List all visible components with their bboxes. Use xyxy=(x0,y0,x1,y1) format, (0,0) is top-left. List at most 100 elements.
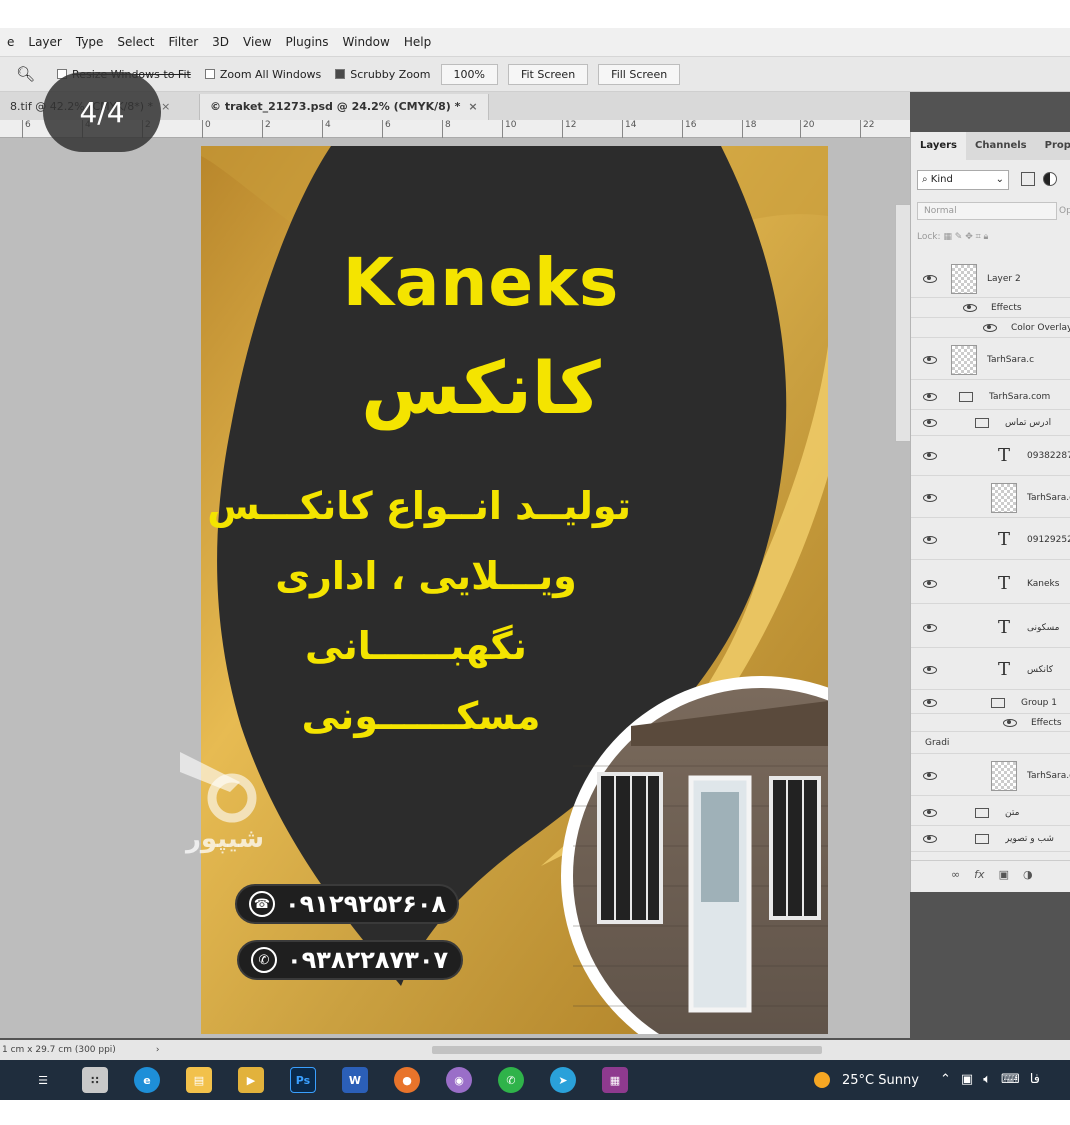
media-player-icon[interactable]: ▶ xyxy=(238,1067,264,1093)
lock-icons[interactable]: ▦ ✎ ✥ ⌗ 🔒︎ xyxy=(943,232,988,242)
blend-mode-select[interactable]: Normal xyxy=(917,202,1057,220)
tab-layers[interactable]: Layers xyxy=(911,132,966,160)
visibility-eye-icon[interactable] xyxy=(923,623,937,632)
layer-row[interactable]: T Kaneks xyxy=(911,564,1070,604)
zoom-tool-icon[interactable]: 🔍︎ xyxy=(16,65,35,83)
watermark-text: شیپور xyxy=(185,824,265,854)
horizontal-scrollbar[interactable] xyxy=(432,1046,822,1054)
menu-item-window[interactable]: Window xyxy=(336,35,397,49)
whatsapp-taskbar-icon[interactable]: ✆ xyxy=(498,1067,524,1093)
firefox-icon[interactable]: ● xyxy=(394,1067,420,1093)
visibility-eye-icon[interactable] xyxy=(923,771,937,780)
weather-widget[interactable]: 25°C Sunny xyxy=(814,1072,919,1088)
menu-item-select[interactable]: Select xyxy=(110,35,161,49)
visibility-eye-icon[interactable] xyxy=(923,451,937,460)
close-icon[interactable]: × xyxy=(468,100,477,113)
tab-document-2[interactable]: © traket_21273.psd @ 24.2% (CMYK/8) * × xyxy=(200,94,489,120)
visibility-eye-icon[interactable] xyxy=(923,579,937,588)
layer-row[interactable]: T 093822873 xyxy=(911,436,1070,476)
fit-screen-button[interactable]: Fit Screen xyxy=(507,63,589,85)
ruler-tick: 4 xyxy=(322,120,331,138)
adjustment-filter-icon[interactable] xyxy=(1043,172,1057,186)
keyboard-icon[interactable]: ⌨ xyxy=(1001,1072,1020,1087)
visibility-eye-icon[interactable] xyxy=(923,834,937,843)
layer-row[interactable]: TarhSara.c xyxy=(911,340,1070,380)
close-icon[interactable]: × xyxy=(161,100,170,113)
flyer-line-3: نگهبــــــانی xyxy=(305,624,527,668)
layer-row[interactable]: TarhSara.com xyxy=(911,384,1070,410)
layer-kind-filter[interactable]: ⌕ Kind ⌄ xyxy=(917,170,1009,190)
menu-item-plugins[interactable]: Plugins xyxy=(279,35,336,49)
visibility-eye-icon[interactable] xyxy=(923,493,937,502)
layer-row[interactable]: T کانکس xyxy=(911,650,1070,690)
layers-panel-tabs: Layers Channels Propert xyxy=(911,132,1070,160)
visibility-eye-icon[interactable] xyxy=(1003,718,1017,727)
visibility-eye-icon[interactable] xyxy=(963,303,977,312)
layers-footer: ∞ fx ▣ ◑ xyxy=(911,860,1070,888)
image-filter-icon[interactable] xyxy=(1021,172,1035,186)
zoom-all-checkbox[interactable] xyxy=(204,68,215,79)
visibility-eye-icon[interactable] xyxy=(923,355,937,364)
layer-row[interactable]: Color Overlay xyxy=(911,318,1070,338)
tab-properties[interactable]: Propert xyxy=(1036,132,1070,160)
language-indicator[interactable]: فا xyxy=(1030,1072,1040,1087)
visibility-eye-icon[interactable] xyxy=(923,535,937,544)
menu-item-filter[interactable]: Filter xyxy=(161,35,205,49)
scrubby-zoom-checkbox[interactable] xyxy=(335,68,346,79)
photoshop-icon[interactable]: Ps xyxy=(290,1067,316,1093)
layer-name: TarhSara.c xyxy=(1027,492,1070,503)
layer-row[interactable]: ادرس تماس xyxy=(911,410,1070,436)
status-arrow-icon[interactable]: › xyxy=(156,1045,160,1055)
sheypoor-watermark: شیپور xyxy=(170,742,280,862)
visibility-eye-icon[interactable] xyxy=(923,392,937,401)
app-icon[interactable]: ◉ xyxy=(446,1067,472,1093)
menu-item-layer[interactable]: Layer xyxy=(21,35,68,49)
properties-side-strip[interactable] xyxy=(895,204,911,442)
link-icon[interactable]: ∞ xyxy=(951,868,960,881)
folder-icon xyxy=(975,833,989,844)
menu-item-3d[interactable]: 3D xyxy=(205,35,236,49)
chevron-up-icon[interactable]: ⌃ xyxy=(940,1072,951,1087)
mask-icon[interactable]: ▣ xyxy=(999,868,1009,881)
scrubby-zoom-option[interactable]: Scrubby Zoom xyxy=(335,68,431,81)
visibility-eye-icon[interactable] xyxy=(923,418,937,427)
layer-row[interactable]: Gradi xyxy=(911,732,1070,754)
menu-item-edit[interactable]: e xyxy=(0,35,21,49)
menu-item-view[interactable]: View xyxy=(236,35,278,49)
layer-row[interactable]: TarhSara.c xyxy=(911,478,1070,518)
layer-row[interactable]: شب و تصویر xyxy=(911,826,1070,852)
layer-row[interactable]: Layer 2 xyxy=(911,260,1070,298)
layer-name: 093822873 xyxy=(1027,450,1070,461)
winrar-icon[interactable]: ▦ xyxy=(602,1067,628,1093)
network-icon[interactable]: ▣ xyxy=(961,1072,973,1087)
zoom-value-field[interactable]: 100% xyxy=(440,63,498,85)
tab-channels[interactable]: Channels xyxy=(966,132,1036,160)
word-icon[interactable]: W xyxy=(342,1067,368,1093)
file-explorer-icon[interactable]: ▤ xyxy=(186,1067,212,1093)
options-bar: 🔍︎ Resize Windows to Fit Zoom All Window… xyxy=(0,56,1070,92)
zoom-all-option[interactable]: Zoom All Windows xyxy=(204,68,321,81)
fill-screen-button[interactable]: Fill Screen xyxy=(598,63,681,85)
weather-temperature: 25°C xyxy=(842,1072,875,1088)
fx-icon[interactable]: fx xyxy=(974,868,984,881)
calculator-icon[interactable]: ∷ xyxy=(82,1067,108,1093)
layer-row[interactable]: متن xyxy=(911,800,1070,826)
visibility-eye-icon[interactable] xyxy=(983,323,997,332)
visibility-eye-icon[interactable] xyxy=(923,808,937,817)
layer-row[interactable]: Group 1 xyxy=(911,692,1070,714)
menu-item-help[interactable]: Help xyxy=(397,35,438,49)
visibility-eye-icon[interactable] xyxy=(923,665,937,674)
visibility-eye-icon[interactable] xyxy=(923,274,937,283)
menu-item-type[interactable]: Type xyxy=(69,35,111,49)
task-view-icon[interactable]: ☰ xyxy=(30,1067,56,1093)
layer-row[interactable]: T 091292526 xyxy=(911,520,1070,560)
speaker-icon[interactable]: 🔈︎ xyxy=(983,1072,991,1087)
edge-browser-icon[interactable]: e xyxy=(134,1067,160,1093)
visibility-eye-icon[interactable] xyxy=(923,698,937,707)
layer-row[interactable]: T مسکونی xyxy=(911,608,1070,648)
layer-row[interactable]: Effects xyxy=(911,714,1070,732)
telegram-icon[interactable]: ➤ xyxy=(550,1067,576,1093)
adjustment-icon[interactable]: ◑ xyxy=(1023,868,1033,881)
layer-row[interactable]: TarhSara.c xyxy=(911,756,1070,796)
layer-row[interactable]: Effects xyxy=(911,298,1070,318)
